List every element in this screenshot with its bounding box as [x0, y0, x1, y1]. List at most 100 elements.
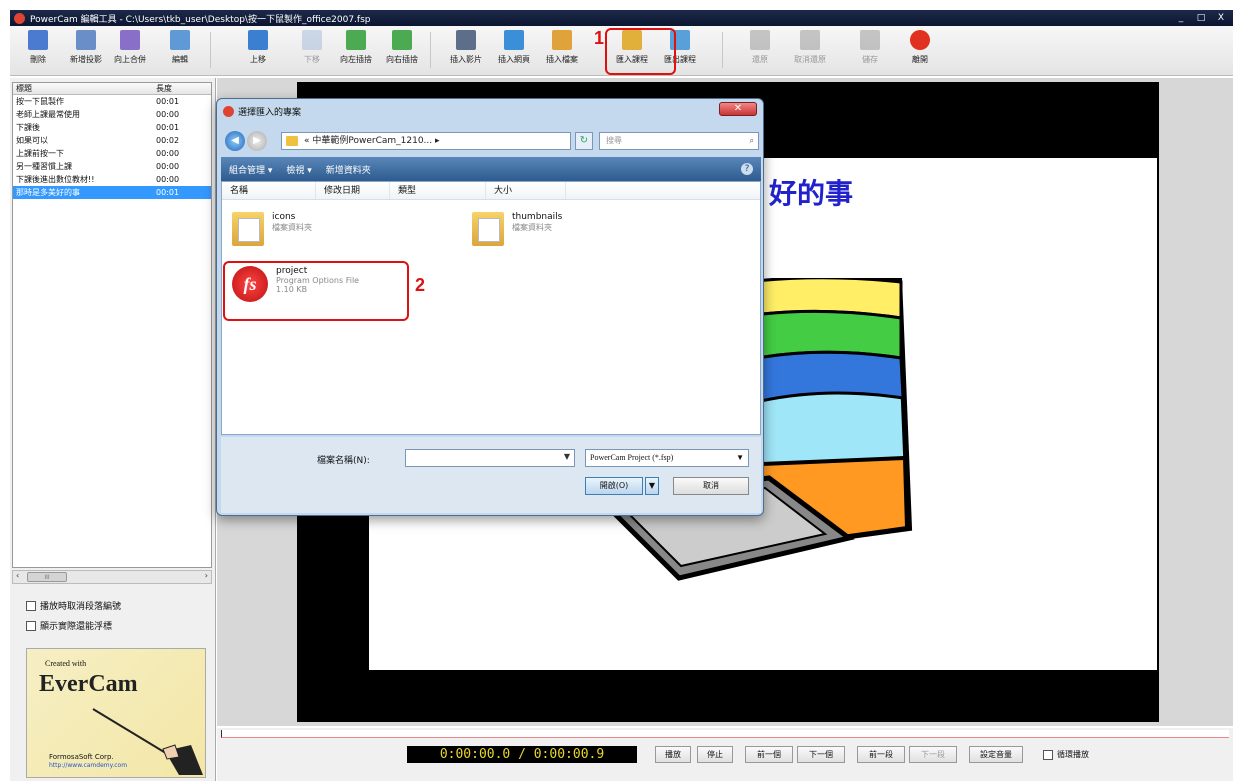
- list-item-length: 00:02: [156, 136, 180, 145]
- move-down-button[interactable]: 下移: [292, 30, 332, 72]
- horizontal-scrollbar[interactable]: ‹ III ›: [12, 570, 212, 584]
- volume-button[interactable]: 設定音量: [969, 746, 1023, 763]
- slide-list-header: 標題 長度: [13, 83, 211, 95]
- timeline-track[interactable]: [221, 730, 1229, 738]
- column-header-title[interactable]: 標題: [13, 83, 148, 94]
- rotate-left-button[interactable]: 向左插捨: [336, 30, 376, 72]
- previous-item-button[interactable]: 前一個: [745, 746, 793, 763]
- checkbox[interactable]: [1043, 749, 1053, 760]
- filename-input[interactable]: ▼: [405, 449, 575, 467]
- close-button[interactable]: X: [1213, 12, 1229, 24]
- list-item[interactable]: 老師上課最常使用 00:00: [13, 108, 211, 121]
- back-arrow-icon[interactable]: ◀: [225, 131, 245, 151]
- checkbox[interactable]: [26, 600, 36, 611]
- insert-video-button[interactable]: 插入影片: [446, 30, 486, 72]
- scroll-thumb[interactable]: III: [27, 572, 67, 582]
- save-icon: [860, 30, 880, 50]
- list-item-title: 按一下鼠製作: [16, 97, 64, 106]
- playback-bar: 0:00:00.0 / 0:00:00.9 播放 停止 前一個 下一個 前一段 …: [217, 728, 1233, 781]
- file-item-icons-folder[interactable]: icons 檔案資料夾: [232, 212, 312, 246]
- list-item-selected[interactable]: 那時是多美好的事 00:01: [13, 186, 211, 199]
- forward-arrow-icon[interactable]: ▶: [247, 131, 267, 151]
- dialog-title: 選擇匯入的專案: [238, 108, 302, 118]
- chevron-down-icon: ▼: [736, 453, 744, 462]
- redo-button[interactable]: 取消還原: [790, 30, 830, 72]
- list-item-title: 那時是多美好的事: [16, 188, 80, 197]
- checkbox[interactable]: [26, 620, 36, 631]
- move-up-button[interactable]: 上移: [238, 30, 278, 72]
- column-header-modified[interactable]: 修改日期: [316, 182, 390, 199]
- scroll-thumb-grip-icon: III: [44, 574, 50, 581]
- list-item-length: 00:00: [156, 110, 180, 119]
- file-type: 檔案資料夾: [272, 223, 312, 232]
- list-item-title: 下課後進出數位教材!!: [16, 175, 95, 184]
- evercam-logo: Created with EverCam FormosaSoft Corp. h…: [26, 648, 206, 778]
- move-down-icon: [302, 30, 322, 50]
- view-menu[interactable]: 檢視 ▾: [286, 163, 311, 176]
- filetype-select[interactable]: PowerCam Project (*.fsp) ▼: [585, 449, 749, 467]
- annotation-highlight-import: [605, 28, 676, 75]
- chevron-down-icon[interactable]: ▼: [564, 452, 570, 461]
- undo-button[interactable]: 還原: [740, 30, 780, 72]
- next-item-button[interactable]: 下一個: [797, 746, 845, 763]
- insert-webpage-button[interactable]: 插入網頁: [494, 30, 534, 72]
- column-header-type[interactable]: 類型: [390, 182, 486, 199]
- annotation-highlight-project: [223, 261, 409, 321]
- address-row: ◀ ▶ « 中華範例PowerCam_1210... ▸ ↻ 搜尋 ⌕: [221, 129, 761, 153]
- scroll-right-arrow-icon[interactable]: ›: [205, 571, 208, 580]
- rotate-right-button[interactable]: 向右插捨: [382, 30, 422, 72]
- list-item[interactable]: 下課後進出數位教材!! 00:00: [13, 173, 211, 186]
- move-up-icon: [248, 30, 268, 50]
- new-slide-icon: [76, 30, 96, 50]
- list-item[interactable]: 按一下鼠製作 00:01: [13, 95, 211, 108]
- loop-play-label: 循環播放: [1057, 750, 1089, 759]
- list-item-length: 00:01: [156, 188, 180, 197]
- merge-up-button[interactable]: 向上合併: [110, 30, 150, 72]
- save-button[interactable]: 儲存: [850, 30, 890, 72]
- new-slide-button[interactable]: 新增投影: [66, 30, 106, 72]
- previous-section-button[interactable]: 前一段: [857, 746, 905, 763]
- list-item[interactable]: 另一種習慣上課 00:00: [13, 160, 211, 173]
- list-item-length: 00:00: [156, 175, 180, 184]
- list-item[interactable]: 上課前按一下 00:00: [13, 147, 211, 160]
- list-item[interactable]: 下課後 00:01: [13, 121, 211, 134]
- power-icon: [910, 30, 930, 50]
- option-show-cursor[interactable]: 顯示實際還能浮標: [26, 619, 112, 632]
- open-dropdown-icon[interactable]: ▼: [645, 477, 659, 495]
- dialog-app-icon: [223, 106, 234, 117]
- column-header-length[interactable]: 長度: [148, 83, 208, 94]
- search-placeholder: 搜尋: [606, 136, 622, 145]
- insert-file-button[interactable]: 插入檔案: [542, 30, 582, 72]
- minimize-button[interactable]: _: [1173, 12, 1189, 24]
- edit-button[interactable]: 編輯: [160, 30, 200, 72]
- dialog-close-button[interactable]: ✕: [719, 102, 757, 116]
- open-button[interactable]: 開啟(O): [585, 477, 643, 495]
- cancel-button[interactable]: 取消: [673, 477, 749, 495]
- list-item-title: 老師上課最常使用: [16, 110, 80, 119]
- column-header-name[interactable]: 名稱: [222, 182, 316, 199]
- timecode-display: 0:00:00.0 / 0:00:00.9: [407, 746, 637, 763]
- search-input[interactable]: 搜尋 ⌕: [599, 132, 759, 150]
- delete-button[interactable]: 刪除: [18, 30, 58, 72]
- help-icon[interactable]: ?: [741, 163, 753, 175]
- file-item-thumbnails-folder[interactable]: thumbnails 檔案資料夾: [472, 212, 562, 246]
- list-item[interactable]: 如果可以 00:02: [13, 134, 211, 147]
- maximize-button[interactable]: □: [1193, 12, 1209, 24]
- next-section-button[interactable]: 下一段: [909, 746, 957, 763]
- stop-button[interactable]: 停止: [697, 746, 733, 763]
- column-header-size[interactable]: 大小: [486, 182, 566, 199]
- address-bar[interactable]: « 中華範例PowerCam_1210... ▸: [281, 132, 571, 150]
- new-folder-button[interactable]: 新增資料夾: [326, 163, 371, 176]
- organize-menu[interactable]: 組合管理 ▾: [229, 163, 272, 176]
- list-item-length: 00:01: [156, 97, 180, 106]
- command-bar: 組合管理 ▾ 檢視 ▾ 新增資料夾 ?: [221, 157, 761, 181]
- option-cancel-numbering[interactable]: 播放時取消段落編號: [26, 599, 121, 612]
- refresh-icon[interactable]: ↻: [575, 132, 593, 150]
- play-button[interactable]: 播放: [655, 746, 691, 763]
- scroll-left-arrow-icon[interactable]: ‹: [16, 571, 19, 580]
- edit-icon: [170, 30, 190, 50]
- exit-button[interactable]: 離開: [900, 30, 940, 72]
- folder-icon: [472, 212, 504, 246]
- loop-play-option[interactable]: 循環播放: [1043, 749, 1089, 760]
- rotate-left-icon: [346, 30, 366, 50]
